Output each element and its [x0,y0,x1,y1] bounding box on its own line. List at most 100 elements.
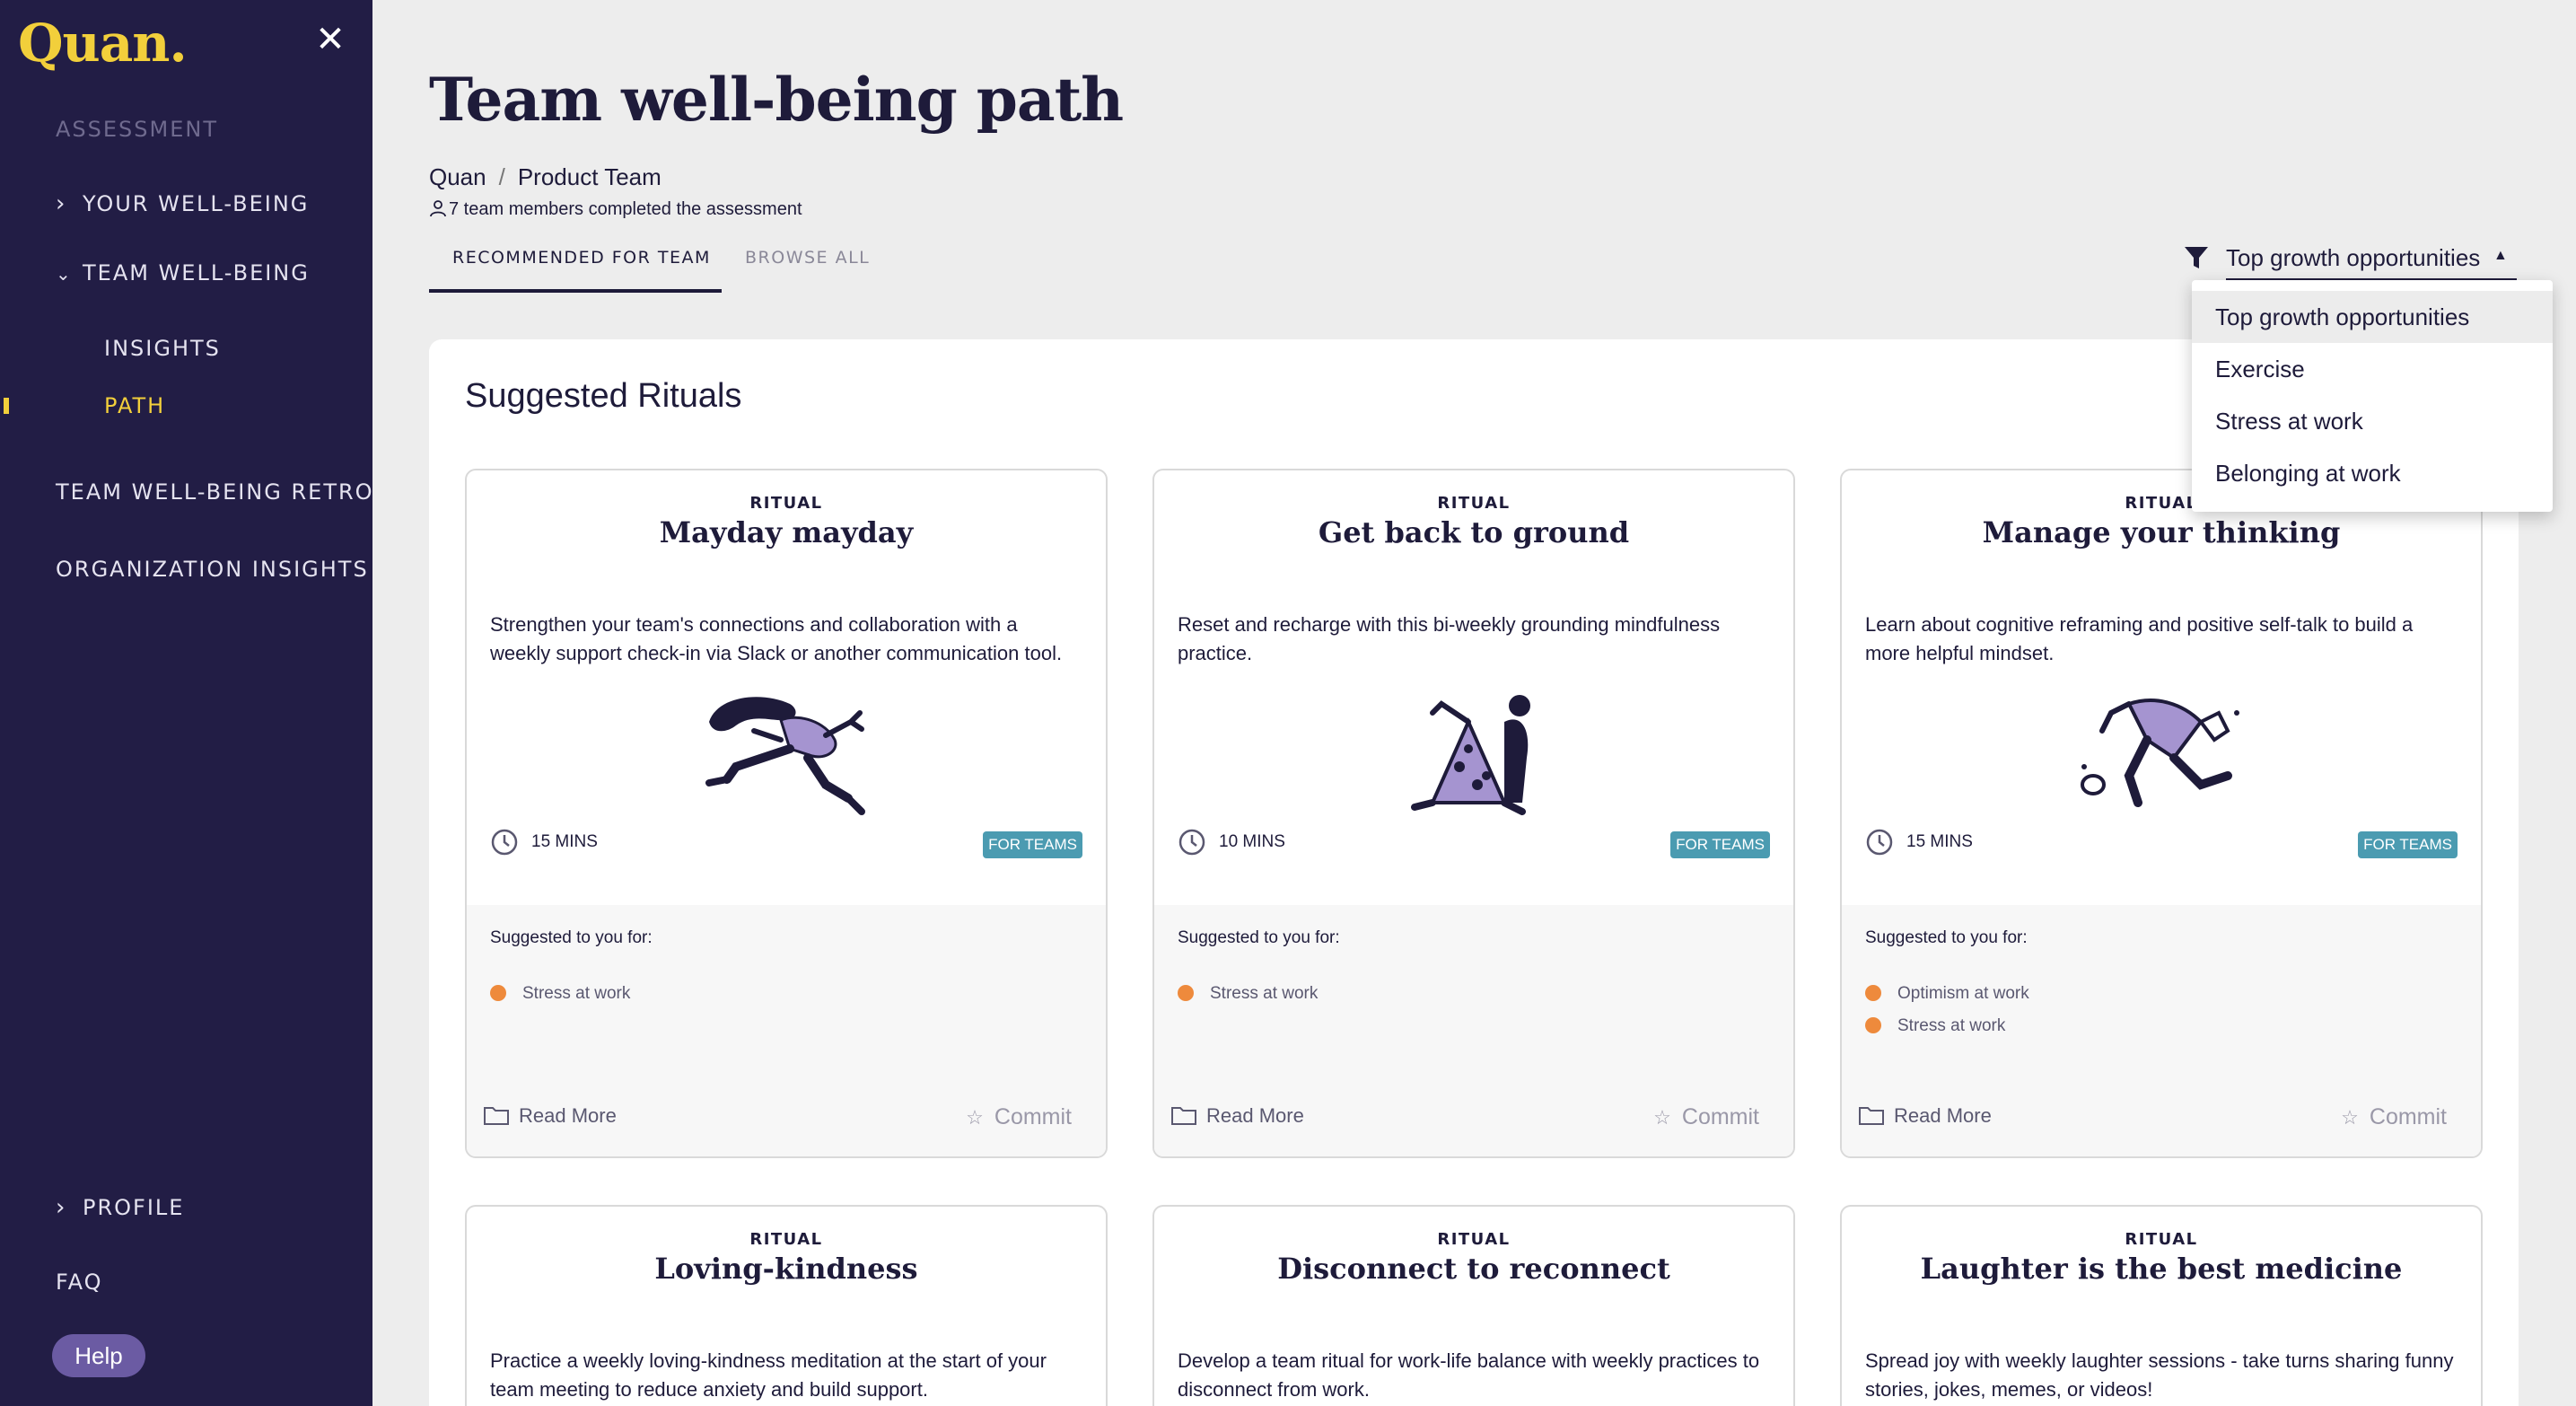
nav-faq[interactable]: FAQ [56,1270,103,1295]
read-more-label: Read More [519,1104,617,1127]
close-icon[interactable]: ✕ [312,20,348,59]
clock-icon [1178,829,1205,856]
star-icon: ☆ [966,1106,984,1129]
ritual-card[interactable]: RITUAL Manage your thinking Learn about … [1840,469,2483,1158]
topic-dot [1178,985,1194,1001]
for-teams-badge: FOR TEAMS [1670,831,1770,858]
duration-text: 15 MINS [1906,832,1973,851]
nav-insights[interactable]: INSIGHTS [104,336,221,361]
nav-org-insights[interactable]: ORGANIZATION INSIGHTS [56,557,369,582]
running-person-illustration [705,697,865,815]
read-more-label: Read More [1206,1104,1304,1127]
card-type: RITUAL [1437,1230,1511,1249]
juggling-person-illustration [2081,699,2239,807]
chevron-right-icon: › [56,1194,67,1221]
card-type: RITUAL [2125,1230,2198,1249]
members-note-text: 7 team members completed the assessment [449,199,802,219]
suggested-label: Suggested to you for: [1865,928,2028,947]
for-teams-badge: FOR TEAMS [983,831,1082,858]
filter-dropdown: Top growth opportunities Exercise Stress… [2192,280,2553,512]
topic-dot [1865,985,1881,1001]
suggested-topic: Stress at work [1178,984,1318,1004]
tab-recommended[interactable]: RECOMMENDED FOR TEAM [429,242,722,293]
breadcrumb-item: Product Team [517,163,662,190]
ritual-card[interactable]: RITUAL Laughter is the best medicine Spr… [1840,1205,2483,1406]
suggested-topic: Stress at work [1865,1016,2005,1036]
chevron-right-icon: › [56,190,67,217]
chevron-down-icon: ⌄ [56,263,73,285]
breadcrumb-item[interactable]: Quan [429,163,486,190]
help-button[interactable]: Help [52,1334,145,1377]
card-title: Laughter is the best medicine [1920,1252,2403,1286]
active-nav-marker [4,398,9,414]
read-more-link[interactable]: Read More [1858,1104,1992,1128]
quan-logo[interactable]: Quan. [18,13,188,74]
duration-text: 15 MINS [531,832,598,851]
folder-icon [1859,1107,1884,1125]
folder-icon [484,1107,509,1125]
nav-team-retro[interactable]: TEAM WELL-BEING RETRO [56,479,374,505]
topic-dot [1865,1017,1881,1033]
nav-team-wellbeing-label: TEAM WELL-BEING [83,260,310,286]
ritual-card[interactable]: RITUAL Loving-kindness Practice a weekly… [465,1205,1108,1406]
suggested-topic: Stress at work [490,984,630,1004]
card-description: Develop a team ritual for work-life bala… [1178,1349,1760,1401]
card-footer: Suggested to you for: Optimism at work S… [1842,905,2481,1156]
read-more-label: Read More [1894,1104,1992,1127]
card-duration: 15 MINS [490,826,598,858]
person-icon [430,200,446,217]
clock-icon [1866,829,1893,856]
card-footer: Suggested to you for: Stress at work Rea… [467,905,1106,1156]
read-more-link[interactable]: Read More [1170,1104,1304,1128]
nav-your-wellbeing[interactable]: › YOUR WELL-BEING [56,190,309,217]
commit-label: Commit [994,1104,1072,1129]
card-footer: Suggested to you for: Stress at work Rea… [1154,905,1793,1156]
breadcrumb: Quan / Product Team [429,163,662,191]
nav-profile-label: PROFILE [83,1195,185,1220]
members-note: 7 team members completed the assessment [429,199,802,220]
filter-select[interactable]: Top growth opportunities ▲ [2183,239,2519,280]
nav-assessment[interactable]: ASSESSMENT [56,117,218,142]
card-description: Reset and recharge with this bi-weekly g… [1178,613,1721,664]
grounding-person-illustration [1411,695,1530,815]
commit-button[interactable]: ☆ Commit [966,1104,1072,1130]
card-description: Learn about cognitive reframing and posi… [1865,613,2414,664]
dropdown-option[interactable]: Top growth opportunities [2192,291,2553,343]
filter-selected-value: Top growth opportunities [2226,244,2481,271]
dropdown-option[interactable]: Stress at work [2192,395,2553,447]
clock-icon [491,829,518,856]
dropdown-option[interactable]: Belonging at work [2192,447,2553,499]
sidebar: Quan. ✕ ASSESSMENT › YOUR WELL-BEING ⌄ TEA… [0,0,372,1406]
suggested-label: Suggested to you for: [490,928,653,947]
topic-label: Stress at work [522,984,631,1003]
suggested-topic: Optimism at work [1865,984,2029,1004]
ritual-card[interactable]: RITUAL Disconnect to reconnect Develop a… [1152,1205,1795,1406]
ritual-card[interactable]: RITUAL Mayday mayday Strengthen your tea… [465,469,1108,1158]
card-type: RITUAL [1437,494,1511,513]
duration-text: 10 MINS [1219,832,1285,851]
card-title: Mayday mayday [659,515,914,549]
tab-browse-all[interactable]: BROWSE ALL [745,242,870,293]
caret-up-icon: ▲ [2493,248,2508,263]
card-type: RITUAL [749,494,823,513]
card-title: Manage your thinking [1982,515,2341,549]
card-title: Loving-kindness [654,1252,918,1286]
card-type: RITUAL [749,1230,823,1249]
ritual-card[interactable]: RITUAL Get back to ground Reset and rech… [1152,469,1795,1158]
nav-path[interactable]: PATH [104,393,165,418]
dropdown-option[interactable]: Exercise [2192,343,2553,395]
nav-profile[interactable]: › PROFILE [56,1194,184,1221]
nav-team-wellbeing[interactable]: ⌄ TEAM WELL-BEING [56,260,310,286]
commit-button[interactable]: ☆ Commit [2341,1104,2447,1130]
commit-label: Commit [2369,1104,2447,1129]
star-icon: ☆ [2341,1106,2359,1129]
topic-label: Stress at work [1897,1016,2006,1035]
card-description: Spread joy with weekly laughter sessions… [1865,1349,2454,1401]
topic-label: Stress at work [1210,984,1319,1003]
read-more-link[interactable]: Read More [483,1104,617,1128]
card-description: Strengthen your team's connections and c… [490,613,1063,664]
card-title: Disconnect to reconnect [1277,1252,1670,1286]
section-title: Suggested Rituals [465,377,742,415]
commit-button[interactable]: ☆ Commit [1653,1104,1759,1130]
folder-icon [1171,1107,1196,1125]
